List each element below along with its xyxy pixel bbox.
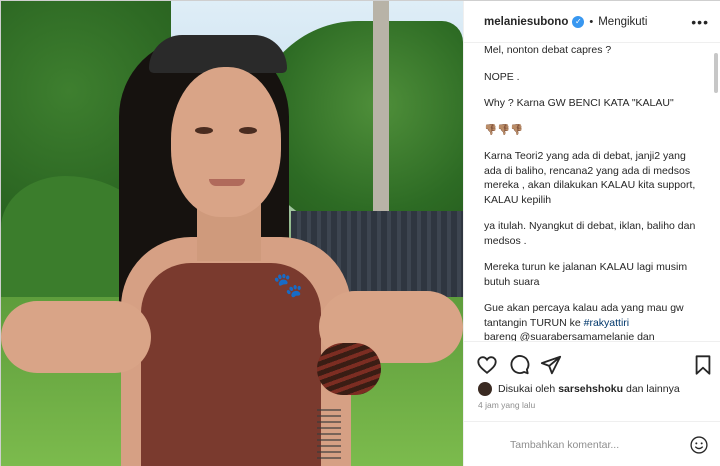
bookmark-icon[interactable] <box>692 354 714 376</box>
person-eye-right <box>239 127 257 134</box>
caption-line: Karna Teori2 yang ada di debat, janji2 y… <box>484 150 696 206</box>
instagram-post-window: 🐾 melaniesubono ✓ • Mengikuti ••• Mel, n… <box>0 0 720 466</box>
emoji-icon[interactable] <box>689 435 709 455</box>
liked-by-user-link[interactable]: sarsehshoku <box>558 383 623 395</box>
caption-line: NOPE . <box>484 70 520 83</box>
post-side-panel: melaniesubono ✓ • Mengikuti ••• Mel, non… <box>463 1 720 466</box>
liked-by-prefix: Disukai oleh <box>498 383 556 395</box>
share-icon[interactable] <box>540 354 562 376</box>
caption-line: bareng @suarabersamamelanie dan <box>484 331 655 341</box>
more-options-icon[interactable]: ••• <box>691 14 709 30</box>
caption-scrollbar[interactable] <box>714 53 718 93</box>
person-eye-left <box>195 127 213 134</box>
paw-tattoo-icon: 🐾 <box>273 272 303 299</box>
person-arm-left <box>1 301 151 373</box>
post-header: melaniesubono ✓ • Mengikuti ••• <box>464 1 720 43</box>
person-bracelets <box>317 343 381 395</box>
caption-line: Mel, nonton debat capres ? <box>484 44 612 56</box>
heart-icon[interactable] <box>476 354 498 376</box>
hashtag-link[interactable]: #rakyattiri <box>584 317 630 329</box>
liker-avatar[interactable] <box>478 382 492 396</box>
comment-input[interactable] <box>510 438 680 451</box>
caption-line: Mereka turun ke jalanan KALAU lagi musim… <box>484 261 688 288</box>
liked-by-summary: Disukai oleh sarsehshoku dan lainnya <box>478 382 680 396</box>
comment-icon[interactable] <box>508 354 530 376</box>
liked-by-others-link[interactable]: dan lainnya <box>626 383 680 395</box>
post-photo[interactable]: 🐾 <box>1 1 463 466</box>
comment-bar <box>464 421 720 466</box>
caption-line: Why ? Karna GW BENCI KATA "KALAU" <box>484 97 674 109</box>
person-face <box>171 67 281 217</box>
caption-line: ya itulah. Nyangkut di debat, iklan, bal… <box>484 220 696 247</box>
username-link[interactable]: melaniesubono <box>484 16 568 28</box>
action-icons <box>476 354 714 378</box>
photo-person: 🐾 <box>1 1 463 466</box>
following-button[interactable]: Mengikuti <box>598 16 647 28</box>
caption-emoji-line: 👎🏽👎🏽👎🏽 <box>484 123 524 136</box>
post-caption: Mel, nonton debat capres ? NOPE . Why ? … <box>464 43 720 341</box>
caption-line: Gue akan percaya kalau ada yang mau gw t… <box>484 301 705 330</box>
header-separator: • <box>589 15 594 28</box>
verified-badge-icon: ✓ <box>572 15 585 28</box>
person-mouth <box>209 179 245 186</box>
person-wrist-tattoo <box>317 409 341 459</box>
post-timestamp[interactable]: 4 jam yang lalu <box>478 400 535 410</box>
